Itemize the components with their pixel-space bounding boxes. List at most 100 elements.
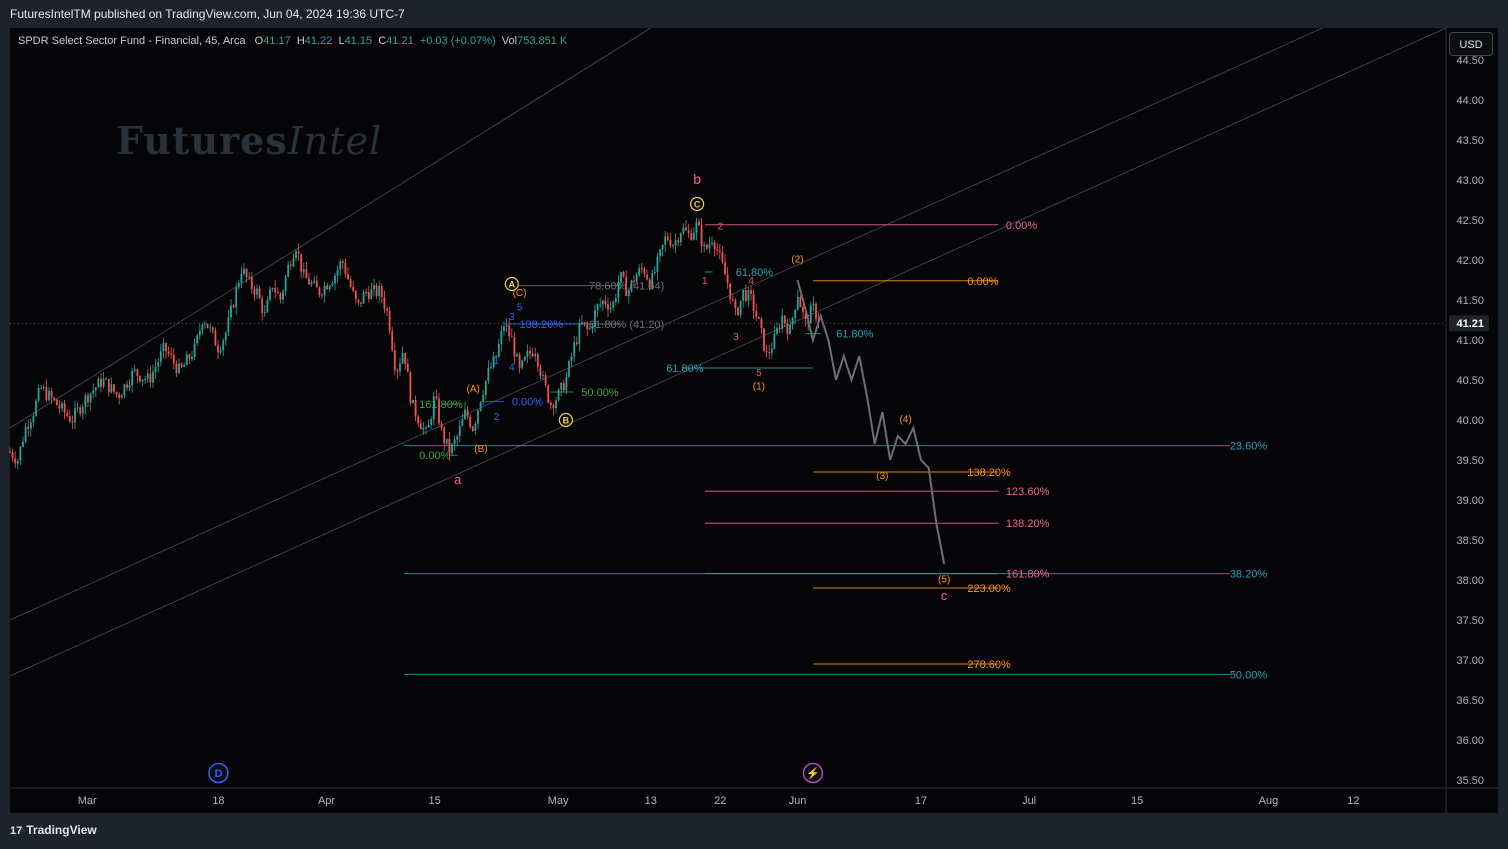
currency-button[interactable]: USD (1449, 32, 1493, 56)
candle-body (518, 354, 521, 368)
wave-label: 5 (756, 368, 762, 379)
candle-body (731, 299, 734, 301)
candle-body (35, 400, 37, 416)
candle-body (726, 274, 729, 284)
candle-body (141, 379, 144, 382)
channel-line (9, 27, 652, 429)
wave-label: 4 (748, 276, 754, 287)
candle-body (596, 304, 599, 311)
candle-body (266, 299, 269, 313)
candle-body (700, 225, 703, 246)
price-tick-label: 35.50 (1456, 775, 1484, 787)
candle-body (87, 395, 89, 403)
candle-body (235, 287, 238, 308)
candle-body (37, 388, 40, 401)
candle-body (578, 323, 581, 344)
price-tick-label: 36.50 (1456, 695, 1484, 707)
wave-label: (5) (938, 574, 950, 585)
fib-level-label: 138.20% (520, 319, 564, 331)
candle-body (61, 403, 63, 409)
candle-body (422, 427, 425, 430)
candle-body (560, 382, 563, 390)
fib-level-label: 161.80% (419, 399, 463, 411)
candle-body (799, 297, 802, 308)
time-tick-label: 13 (645, 795, 657, 807)
time-tick-label: Mar (78, 795, 97, 807)
candle-body (227, 317, 230, 333)
candle-body (752, 293, 755, 312)
fib-level-label: 38.20% (1230, 569, 1268, 581)
candle-body (601, 300, 604, 305)
wave-label: 3 (733, 332, 739, 343)
candle-body (295, 251, 297, 259)
candle-body (440, 423, 443, 428)
projection-path (796, 279, 946, 565)
candle-body (115, 391, 118, 395)
candle-body (204, 323, 206, 325)
candle-body (289, 264, 292, 267)
candle-body (648, 279, 651, 289)
tradingview-logo[interactable]: 17 TradingView (10, 823, 97, 837)
candle-body (544, 375, 547, 386)
candle-body (302, 269, 305, 272)
candle-body (562, 382, 565, 391)
candle-body (284, 276, 287, 292)
candle-body (318, 287, 321, 296)
wave-label: 1 (494, 356, 500, 367)
candle-body (336, 269, 339, 276)
candle-body (669, 239, 672, 247)
volume-value: 753.851 K (517, 35, 568, 47)
candle-body (16, 460, 19, 464)
candle-body (744, 289, 747, 301)
price-tick-label: 39.50 (1456, 455, 1484, 467)
wave-label: 2 (717, 222, 723, 233)
candle-body (646, 274, 648, 280)
time-tick-label: 15 (428, 795, 440, 807)
candle-body (427, 424, 430, 428)
price-tick-label: 38.50 (1456, 535, 1484, 547)
tradingview-brand: TradingView (26, 823, 97, 837)
candle-body (768, 352, 771, 354)
candle-body (274, 287, 277, 292)
candle-body (232, 305, 235, 308)
fib-level-label: 50.00% (1230, 669, 1268, 681)
candle-body (172, 354, 175, 364)
candle-body (414, 400, 417, 417)
candle-body (534, 354, 537, 357)
candle-body (500, 331, 503, 345)
candle-body (464, 409, 466, 419)
candle-body (687, 230, 690, 234)
candle-body (66, 412, 69, 416)
candle-body (469, 416, 472, 427)
candle-body (354, 290, 357, 300)
candle-body (640, 268, 643, 270)
candle-body (604, 300, 607, 304)
candle-body (94, 387, 97, 391)
candle-body (448, 438, 451, 454)
candle-body (747, 290, 750, 301)
candle-body (222, 340, 225, 351)
candle-body (9, 452, 11, 453)
candle-body (630, 280, 633, 291)
candle-body (409, 372, 412, 404)
candle-body (591, 326, 594, 329)
candle-body (487, 367, 490, 381)
candle-body (573, 342, 576, 357)
candle-body (131, 370, 134, 386)
candle-body (136, 369, 139, 377)
candle-body (22, 441, 24, 447)
candle-body (438, 398, 440, 424)
candle-body (133, 369, 136, 371)
candle-body (516, 354, 518, 357)
candle-body (386, 308, 388, 311)
candle-body (92, 390, 95, 394)
candle-body (729, 283, 732, 300)
candle-body (110, 384, 113, 393)
fib-level-label: 50.00% (581, 387, 619, 399)
candle-body (445, 438, 448, 444)
candle-body (620, 272, 622, 283)
candle-body (763, 328, 765, 351)
candle-body (139, 376, 141, 382)
wave-label: (A) (467, 384, 480, 395)
candle-body (396, 370, 399, 372)
